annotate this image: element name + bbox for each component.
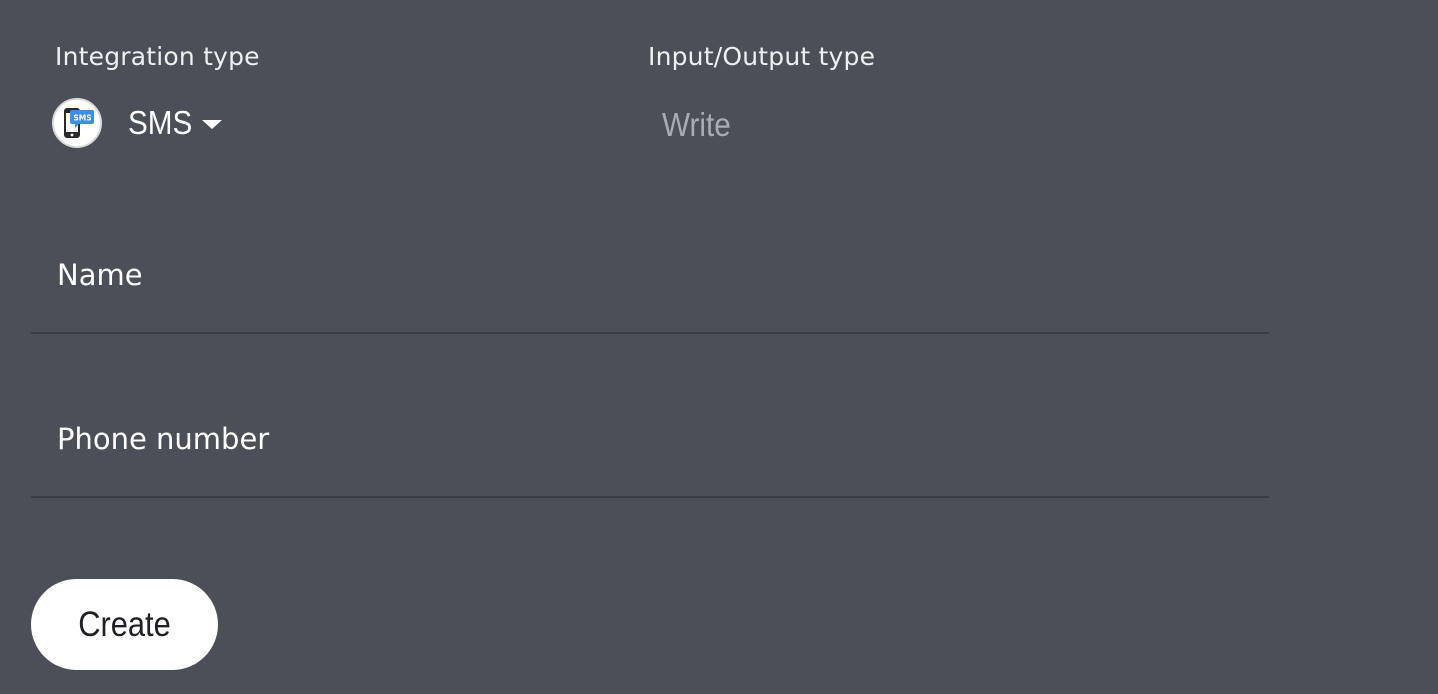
integration-type-value: SMS [128, 104, 193, 141]
caret-down-icon [201, 119, 222, 129]
sms-phone-icon: SMS [52, 98, 102, 148]
phone-number-field-container [31, 438, 1269, 498]
phone-number-input[interactable] [31, 438, 1269, 496]
io-type-value: Write [662, 106, 731, 143]
create-button-label: Create [78, 604, 171, 644]
sms-icon-text: SMS [73, 114, 91, 123]
sms-phone-svg: SMS [64, 108, 94, 138]
integration-type-select[interactable]: SMS SMS [52, 96, 222, 150]
name-input[interactable] [31, 274, 1269, 332]
io-type-label: Input/Output type [648, 42, 876, 71]
integration-form: Integration type Input/Output type SMS S… [0, 0, 1438, 694]
name-field-container [31, 274, 1269, 334]
integration-type-label: Integration type [55, 42, 260, 71]
create-button[interactable]: Create [31, 579, 218, 670]
